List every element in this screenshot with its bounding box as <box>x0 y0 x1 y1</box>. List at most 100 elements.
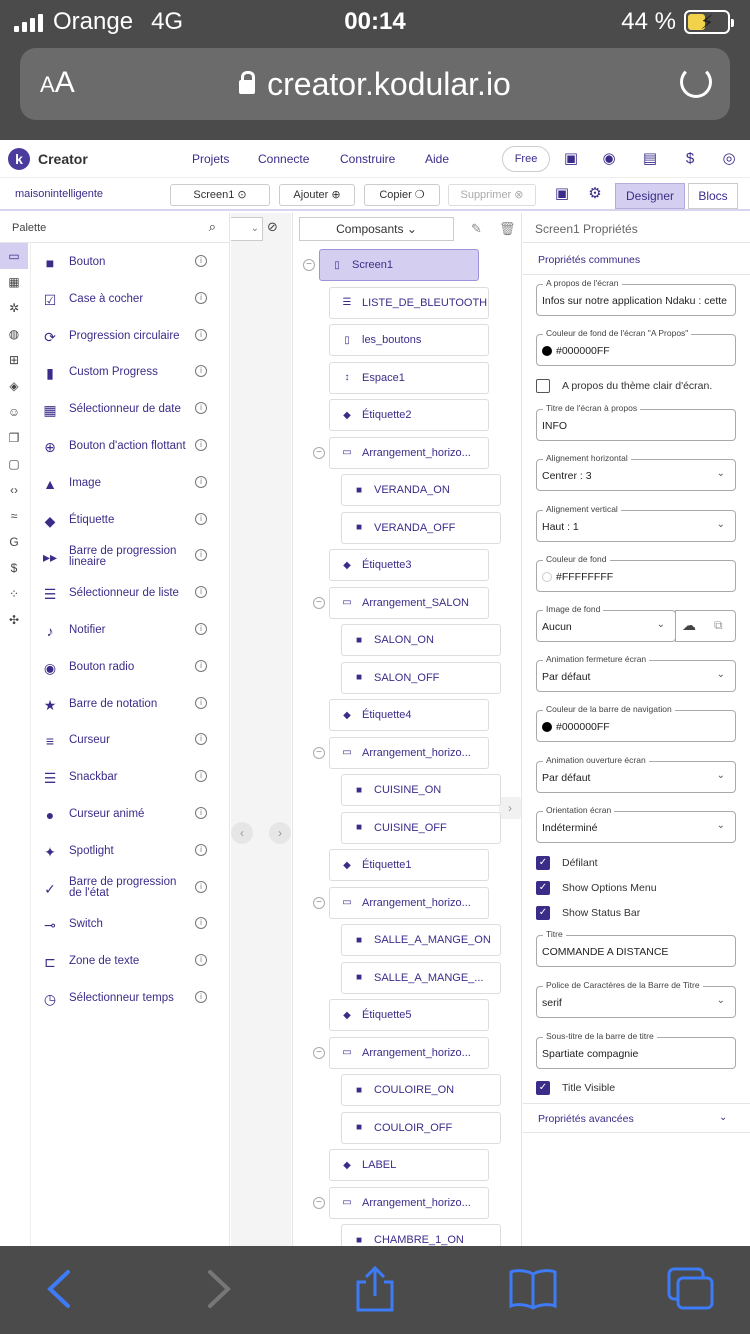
info-icon[interactable]: i <box>195 475 207 488</box>
component-node[interactable]: ■ CUISINE_ON <box>341 774 501 806</box>
viewer-prev-button[interactable]: ‹ <box>231 822 253 844</box>
show-options-menu-checkbox[interactable]: ✓ <box>536 881 550 895</box>
kodular-logo[interactable]: k <box>8 148 30 170</box>
info-icon[interactable]: i <box>195 549 207 562</box>
image-gallery-icon[interactable]: ▣ <box>553 185 571 203</box>
upload-cloud-icon[interactable]: ☁ <box>682 617 696 634</box>
component-node[interactable]: ▭ Arrangement_horizo... <box>329 436 489 469</box>
palette-item[interactable]: ⊕ Bouton d'action flottant i <box>31 428 230 465</box>
delete-icon[interactable]: 🗑 <box>499 221 516 237</box>
component-node[interactable]: ◆ Étiquette1 <box>329 849 489 881</box>
component-node[interactable]: ▯ les_boutons <box>329 324 489 356</box>
palette-item[interactable]: ≡ Curseur i <box>31 722 230 759</box>
info-icon[interactable]: i <box>195 328 207 341</box>
title-font-select[interactable]: Police de Caractères de la Barre de Titr… <box>536 980 736 1018</box>
category-extensions-icon[interactable]: ✣ <box>0 607 28 633</box>
safari-url-bar[interactable]: AA creator.kodular.io <box>20 48 730 120</box>
palette-item[interactable]: ☑ Case à cocher i <box>31 281 230 318</box>
navbar-color-field[interactable]: Couleur de la barre de navigation #000000… <box>536 704 736 742</box>
hidden-components-icon[interactable]: ⊘ <box>267 219 278 235</box>
info-icon[interactable]: i <box>195 733 207 746</box>
info-icon[interactable]: i <box>195 991 207 1003</box>
component-node[interactable]: ■ VERANDA_ON <box>341 474 501 506</box>
reload-icon[interactable] <box>680 66 712 98</box>
orientation-select[interactable]: Orientation écran Indéterminé ⌄ <box>536 805 736 843</box>
category-drawing-icon[interactable]: ◍ <box>0 321 28 347</box>
tabs-icon[interactable] <box>666 1266 716 1312</box>
component-node[interactable]: ▭ Arrangement_SALON <box>329 586 489 619</box>
category-monetization-icon[interactable]: $ <box>0 555 28 581</box>
component-node[interactable]: ◆ Étiquette5 <box>329 999 489 1031</box>
account-icon[interactable]: ◎ <box>720 150 738 168</box>
dollar-icon[interactable]: $ <box>681 150 699 168</box>
palette-item[interactable]: ⟳ Progression circulaire i <box>31 318 230 355</box>
collapse-panel-button[interactable]: › <box>499 797 521 819</box>
component-screen1[interactable]: ▯ Screen1 <box>319 249 479 281</box>
info-icon[interactable]: i <box>195 659 207 672</box>
category-connectivity-icon[interactable]: ≈ <box>0 503 28 529</box>
info-icon[interactable]: i <box>195 807 207 819</box>
title-visible-checkbox[interactable]: ✓ <box>536 1081 550 1095</box>
palette-item[interactable]: ⊸ Switch i <box>31 906 230 943</box>
info-icon[interactable]: i <box>195 770 207 783</box>
info-icon[interactable]: i <box>195 917 207 930</box>
palette-item[interactable]: ✓ Barre de progression de l'état i <box>31 870 230 907</box>
copy-screen-button[interactable]: Copier ❍ <box>364 184 440 206</box>
palette-item[interactable]: ✦ Spotlight i <box>31 833 230 870</box>
component-node[interactable]: ■ CHAMBRE_1_ON <box>341 1224 501 1246</box>
url-display[interactable]: creator.kodular.io <box>20 66 730 103</box>
component-node[interactable]: ◆ Étiquette4 <box>329 699 489 731</box>
nav-connecte[interactable]: Connecte <box>258 152 309 166</box>
info-icon[interactable]: i <box>195 365 207 378</box>
palette-item[interactable]: ◆ Étiquette i <box>31 502 230 539</box>
component-node[interactable]: ◆ Étiquette3 <box>329 549 489 581</box>
category-media-icon[interactable]: ✲ <box>0 295 28 321</box>
tab-blocs[interactable]: Blocs <box>688 183 738 209</box>
category-maps-icon[interactable]: ⊞ <box>0 347 28 373</box>
component-node[interactable]: ◆ LABEL <box>329 1149 489 1181</box>
collapse-toggle[interactable]: − <box>313 1196 325 1209</box>
palette-item[interactable]: ▲ Image i <box>31 465 230 502</box>
info-icon[interactable]: i <box>195 623 207 635</box>
screen-select[interactable]: Screen1 ⊙ <box>170 184 270 206</box>
about-light-theme-checkbox[interactable] <box>536 379 550 393</box>
advanced-properties-section[interactable]: Propriétés avancées ⌄ <box>523 1103 750 1133</box>
back-icon[interactable] <box>36 1266 86 1312</box>
nav-aide[interactable]: Aide <box>425 152 449 166</box>
component-node[interactable]: ☰ LISTE_DE_BLEUTOOTH <box>329 286 489 319</box>
palette-item[interactable]: ● Curseur animé i <box>31 796 230 833</box>
category-sensors-icon[interactable]: ◈ <box>0 373 28 399</box>
component-node[interactable]: ■ COULOIR_OFF <box>341 1111 501 1144</box>
component-node[interactable]: ■ COULOIRE_ON <box>341 1074 501 1106</box>
palette-item[interactable]: ◷ Sélectionneur temps i <box>31 980 230 1017</box>
open-animation-select[interactable]: Animation ouverture écran Par défaut ⌄ <box>536 755 736 793</box>
collapse-toggle[interactable]: − <box>313 596 325 609</box>
palette-item[interactable]: ■ Bouton i <box>31 244 230 281</box>
brand-name[interactable]: Creator <box>38 151 88 167</box>
add-screen-button[interactable]: Ajouter ⊕ <box>279 184 355 206</box>
tab-designer[interactable]: Designer <box>615 183 685 209</box>
info-icon[interactable]: i <box>195 843 207 856</box>
palette-item[interactable]: ☰ Snackbar i <box>31 759 230 796</box>
subtitle-field[interactable]: Sous-titre de la barre de titre Spartiate… <box>536 1031 736 1069</box>
rename-icon[interactable]: ✎ <box>471 221 482 237</box>
about-screen-field[interactable]: A propos de l'écran Infos sur notre appli… <box>536 278 736 316</box>
info-icon[interactable]: i <box>195 696 207 709</box>
palette-item[interactable]: ⊏ Zone de texte i <box>31 943 230 980</box>
collapse-toggle[interactable]: − <box>313 1046 325 1059</box>
about-bg-color-field[interactable]: Couleur de fond de l'écran "A Propos" #00… <box>536 328 736 366</box>
folder-add-icon[interactable]: ▣ <box>562 150 580 168</box>
common-properties-section[interactable]: Propriétés communes <box>523 245 750 275</box>
close-animation-select[interactable]: Animation fermeture écran Par défaut ⌄ <box>536 654 736 692</box>
info-icon[interactable]: i <box>195 586 207 599</box>
delete-screen-button[interactable]: Supprimer ⊗ <box>448 184 536 206</box>
docs-icon[interactable]: ▤ <box>641 150 659 168</box>
viewer-next-button[interactable]: › <box>269 822 291 844</box>
components-dropdown[interactable]: Composants ⌄ <box>299 217 454 241</box>
component-node[interactable]: ▭ Arrangement_horizo... <box>329 1036 489 1069</box>
horizontal-align-select[interactable]: Alignement horizontal Centrer : 3 ⌄ <box>536 453 736 491</box>
category-utilities-icon[interactable]: ▢ <box>0 451 28 477</box>
palette-item[interactable]: ◉ Bouton radio i <box>31 649 230 686</box>
info-icon[interactable]: i <box>195 255 207 267</box>
about-title-field[interactable]: Titre de l'écran à propos INFO <box>536 403 736 441</box>
